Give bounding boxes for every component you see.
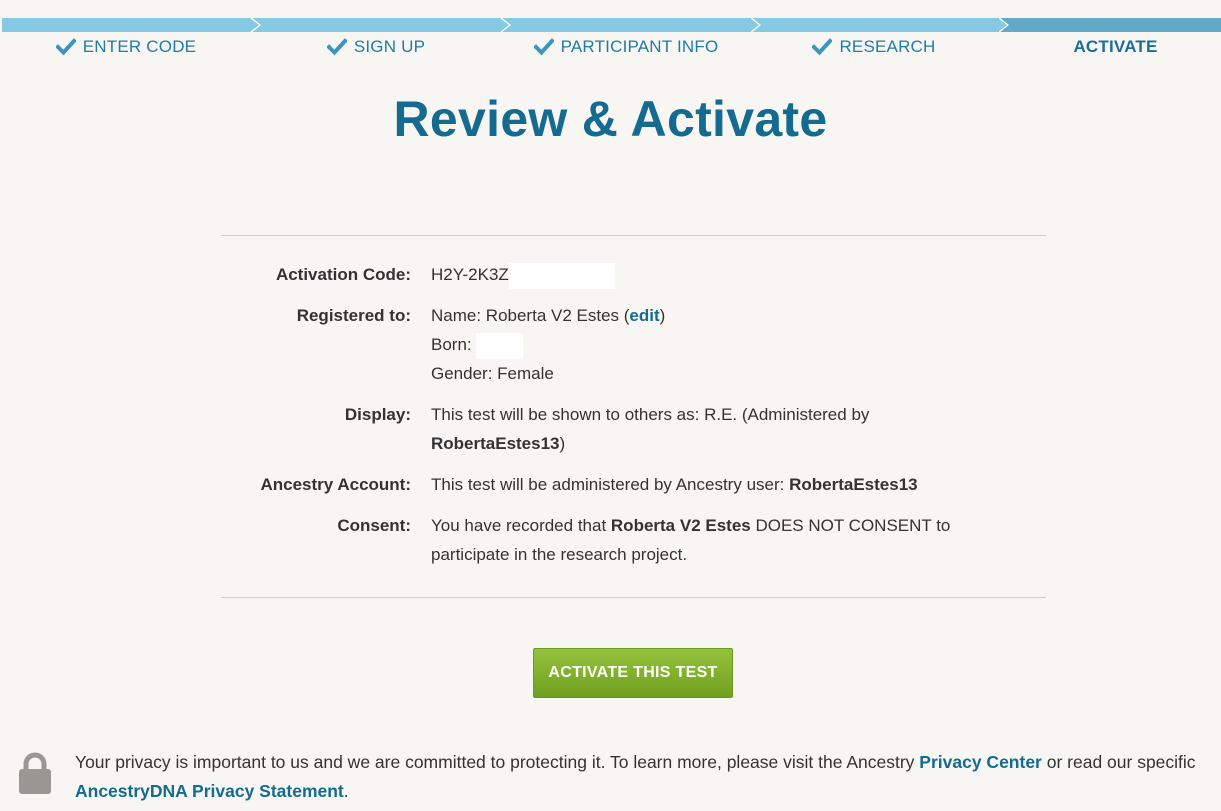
check-icon xyxy=(55,38,76,56)
privacy-text-3: . xyxy=(343,781,349,801)
divider xyxy=(221,597,1046,598)
account-text: This test will be administered by Ancest… xyxy=(431,475,790,494)
activation-code-label: Activation Code: xyxy=(275,265,411,284)
step-label: SIGN UP xyxy=(353,37,426,56)
display-close: ) xyxy=(559,434,566,453)
lock-icon xyxy=(19,752,51,794)
check-icon xyxy=(326,38,347,56)
step-enter-code: ENTER CODE xyxy=(2,17,261,57)
registered-to-label: Registered to: xyxy=(296,306,411,325)
step-bar xyxy=(252,17,511,33)
redacted-block xyxy=(508,262,615,289)
step-label: RESEARCH xyxy=(839,37,936,56)
step-sign-up: SIGN UP xyxy=(252,17,511,57)
name-suffix: ) xyxy=(659,306,666,325)
consent-row: Consent: You have recorded that Roberta … xyxy=(221,511,1046,569)
account-username: RobertaEstes13 xyxy=(789,475,918,494)
step-label: ACTIVATE xyxy=(1073,37,1158,56)
privacy-center-link[interactable]: Privacy Center xyxy=(919,752,1042,772)
step-bar xyxy=(750,17,1009,33)
step-bar xyxy=(502,17,761,33)
page-title: Review & Activate xyxy=(393,91,828,147)
name-prefix: Name: Roberta V2 Estes ( xyxy=(431,306,630,325)
display-text: This test will be shown to others as: R.… xyxy=(431,405,870,424)
ancestry-account-row: Ancestry Account: This test will be admi… xyxy=(221,470,1046,499)
check-icon xyxy=(533,38,554,56)
activate-test-button[interactable]: ACTIVATE THIS TEST xyxy=(533,648,733,698)
consent-label: Consent: xyxy=(337,516,411,535)
activation-code-value: H2Y-2K3Z xyxy=(431,265,509,284)
born-label: Born: xyxy=(431,335,472,354)
consent-prefix: You have recorded that xyxy=(431,516,611,535)
step-bar xyxy=(998,18,1221,32)
step-participant-info: PARTICIPANT INFO xyxy=(502,17,761,57)
divider xyxy=(221,235,1046,236)
ancestry-account-label: Ancestry Account: xyxy=(260,475,411,494)
display-label: Display: xyxy=(344,405,411,424)
redacted-block xyxy=(476,332,524,359)
review-summary: Activation Code: H2Y-2K3Z Registered to:… xyxy=(221,260,1046,581)
step-bar xyxy=(2,17,261,33)
edit-name-link[interactable]: edit xyxy=(629,306,659,325)
step-label: ENTER CODE xyxy=(82,37,197,56)
activation-code-row: Activation Code: H2Y-2K3Z xyxy=(221,260,1046,289)
privacy-text-1: Your privacy is important to us and we a… xyxy=(75,752,920,772)
privacy-text-2: or read our specific xyxy=(1041,752,1196,772)
progress-steps: ENTER CODE SIGN UP PARTICIPANT INFO RESE… xyxy=(2,17,1221,68)
privacy-statement-link[interactable]: AncestryDNA Privacy Statement xyxy=(75,781,344,801)
privacy-notice: Your privacy is important to us and we a… xyxy=(18,748,1218,808)
display-row: Display: This test will be shown to othe… xyxy=(221,400,1046,458)
gender-value: Gender: Female xyxy=(431,364,554,383)
step-activate: ACTIVATE xyxy=(998,18,1221,57)
check-icon xyxy=(812,38,833,56)
consent-name: Roberta V2 Estes xyxy=(610,516,751,535)
step-research: RESEARCH xyxy=(750,17,1009,57)
step-label: PARTICIPANT INFO xyxy=(560,37,719,56)
registered-to-row: Registered to: Name: Roberta V2 Estes (e… xyxy=(221,301,1046,388)
display-username: RobertaEstes13 xyxy=(431,434,560,453)
